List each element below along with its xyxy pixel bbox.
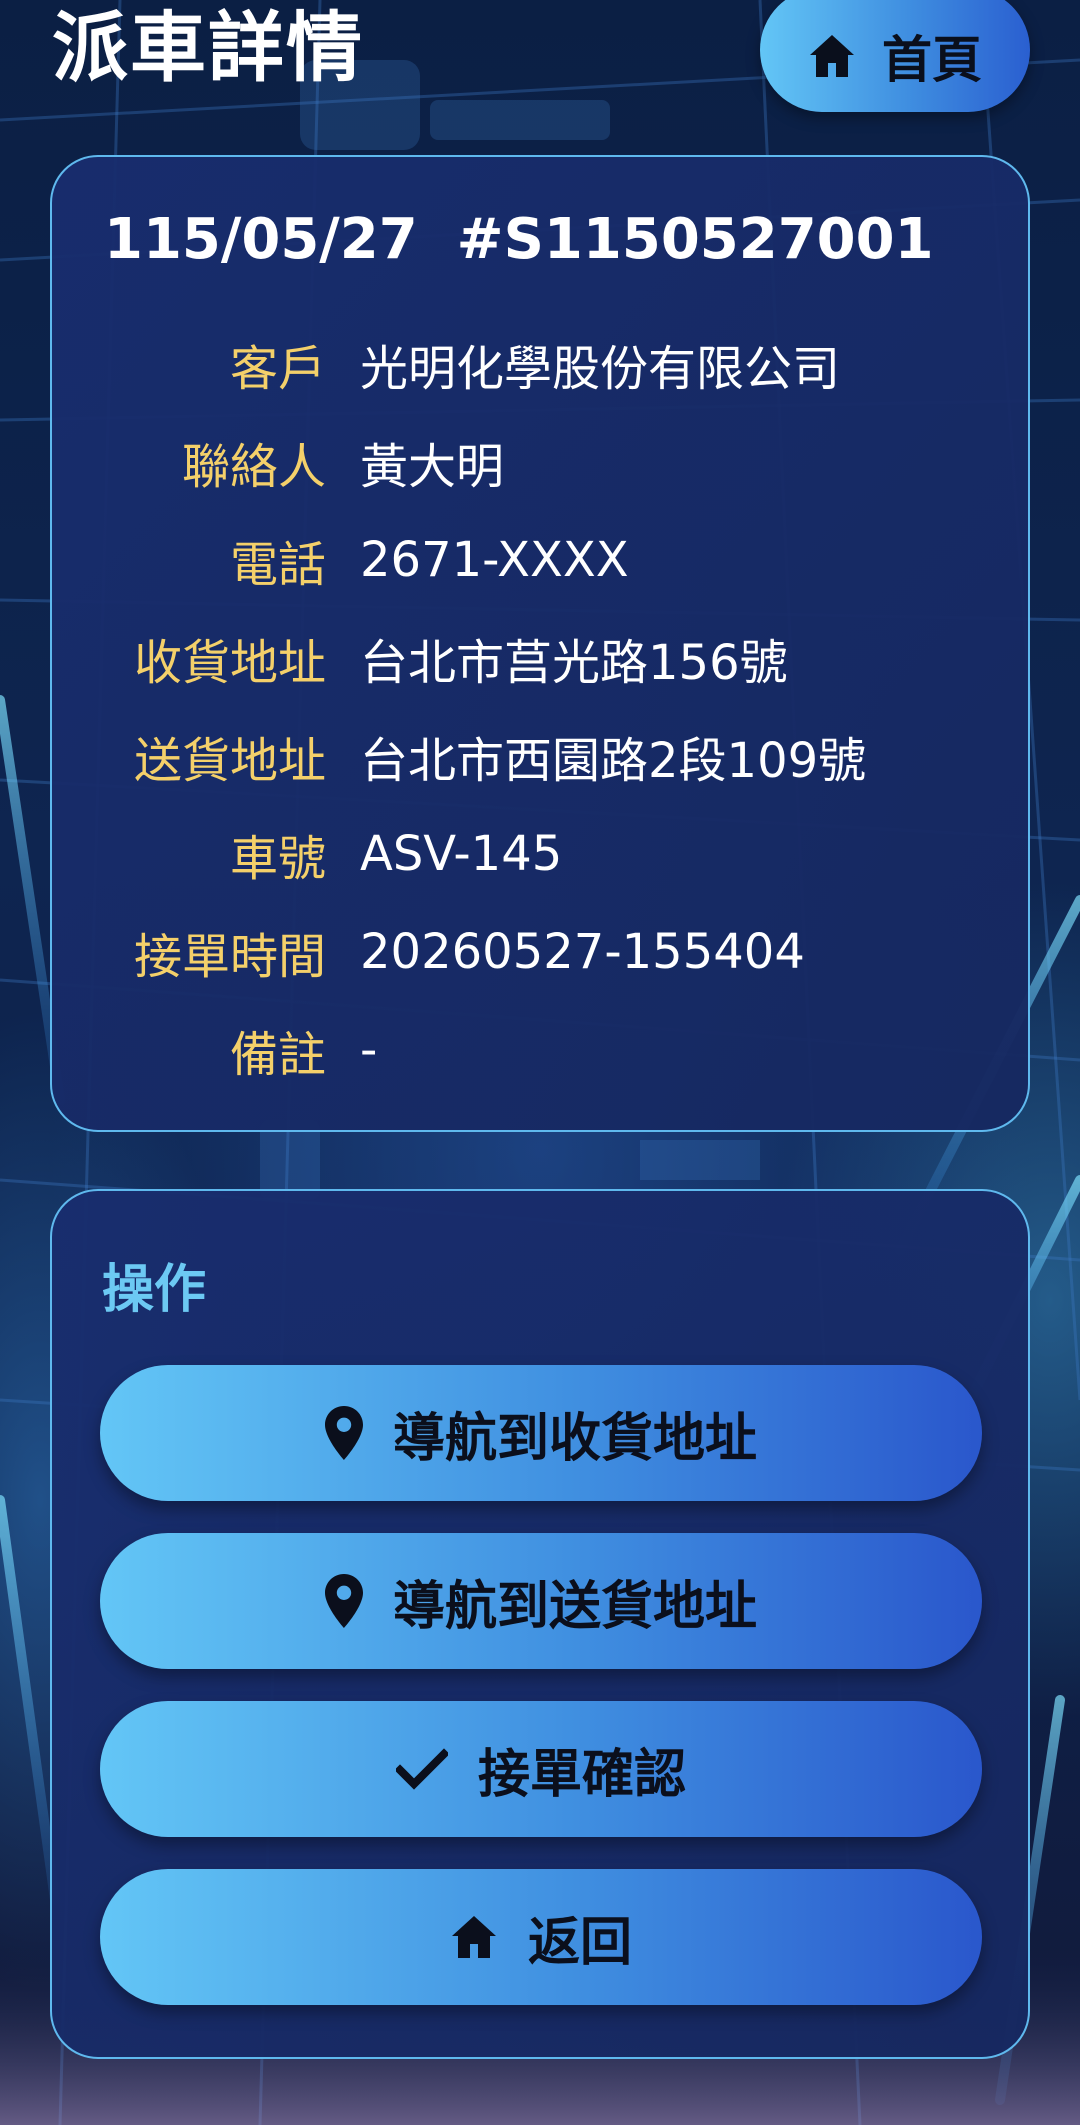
home-button[interactable]: 首頁 bbox=[760, 0, 1030, 112]
detail-row-note: 備註 - bbox=[52, 1001, 1028, 1099]
detail-value: 台北市西園路2段109號 bbox=[360, 733, 867, 789]
dispatch-detail-card: 115/05/27 #S1150527001 客戶 光明化學股份有限公司 聯絡人… bbox=[50, 155, 1030, 1132]
back-button[interactable]: 返回 bbox=[100, 1869, 982, 2005]
detail-row-delivery-address: 送貨地址 台北市西園路2段109號 bbox=[52, 707, 1028, 805]
detail-row-contact: 聯絡人 黃大明 bbox=[52, 413, 1028, 511]
detail-label: 聯絡人 bbox=[181, 439, 326, 495]
detail-label: 電話 bbox=[229, 537, 326, 593]
map-pin-icon bbox=[324, 1406, 363, 1460]
detail-rows: 客戶 光明化學股份有限公司 聯絡人 黃大明 電話 2671-XXXX 收貨地址 … bbox=[52, 315, 1028, 1099]
accept-order-button[interactable]: 接單確認 bbox=[100, 1701, 982, 1837]
detail-header: 115/05/27 #S1150527001 bbox=[104, 207, 934, 272]
operations-title: 操作 bbox=[102, 1260, 207, 1320]
accept-order-label: 接單確認 bbox=[477, 1744, 686, 1805]
detail-label: 備註 bbox=[229, 1027, 326, 1083]
home-icon bbox=[450, 1914, 498, 1960]
detail-label: 收貨地址 bbox=[133, 635, 326, 691]
detail-row-customer: 客戶 光明化學股份有限公司 bbox=[52, 315, 1028, 413]
map-pin-icon bbox=[324, 1574, 363, 1628]
page-title: 派車詳情 bbox=[52, 3, 364, 92]
home-icon bbox=[808, 33, 856, 79]
detail-label: 送貨地址 bbox=[133, 733, 326, 789]
check-icon bbox=[395, 1748, 448, 1790]
detail-value: 台北市莒光路156號 bbox=[360, 635, 788, 691]
detail-value: 黃大明 bbox=[360, 439, 505, 495]
detail-value: ASV-145 bbox=[360, 826, 563, 882]
dispatch-date: 115/05/27 bbox=[104, 207, 418, 272]
detail-value: 20260527-155404 bbox=[360, 924, 805, 980]
detail-row-plate-number: 車號 ASV-145 bbox=[52, 805, 1028, 903]
home-button-label: 首頁 bbox=[882, 31, 982, 89]
back-label: 返回 bbox=[527, 1912, 632, 1973]
detail-value: 2671-XXXX bbox=[360, 532, 629, 588]
order-number: #S1150527001 bbox=[456, 207, 934, 272]
detail-row-accept-time: 接單時間 20260527-155404 bbox=[52, 903, 1028, 1001]
detail-value: 光明化學股份有限公司 bbox=[360, 341, 841, 397]
navigate-pickup-button[interactable]: 導航到收貨地址 bbox=[100, 1365, 982, 1501]
navigate-delivery-button[interactable]: 導航到送貨地址 bbox=[100, 1533, 982, 1669]
detail-value: - bbox=[360, 1022, 378, 1078]
operations-card: 操作 導航到收貨地址 導航到送貨地址 接單確認 返回 bbox=[50, 1189, 1030, 2059]
navigate-delivery-label: 導航到送貨地址 bbox=[392, 1576, 757, 1637]
detail-row-phone: 電話 2671-XXXX bbox=[52, 511, 1028, 609]
detail-label: 客戶 bbox=[229, 341, 326, 397]
navigate-pickup-label: 導航到收貨地址 bbox=[392, 1408, 757, 1469]
detail-row-pickup-address: 收貨地址 台北市莒光路156號 bbox=[52, 609, 1028, 707]
detail-label: 車號 bbox=[229, 831, 326, 887]
detail-label: 接單時間 bbox=[133, 929, 326, 985]
